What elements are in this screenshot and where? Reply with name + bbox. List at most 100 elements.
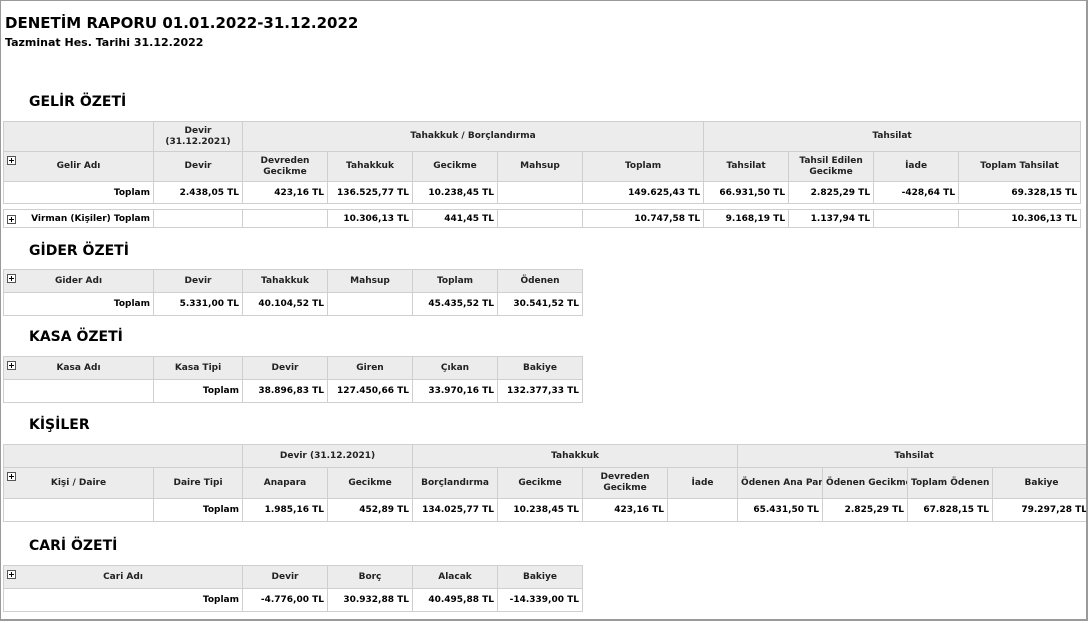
gelir-col-tahsilat: Tahsilat	[703, 151, 790, 182]
report-frame: DENETİM RAPORU 01.01.2022-31.12.2022 Taz…	[0, 0, 1088, 621]
cell	[153, 209, 243, 228]
cell: 30.541,52 TL	[497, 292, 583, 316]
cell: 423,16 TL	[242, 181, 328, 204]
cell: 45.435,52 TL	[412, 292, 498, 316]
kisiler-col-devreden-gecikme: Devreden Gecikme	[582, 467, 669, 499]
expand-plus-icon[interactable]	[7, 472, 16, 481]
kasa-col-devir: Devir	[242, 356, 328, 380]
cell: 5.331,00 TL	[153, 292, 243, 316]
kisiler-table: Devir (31.12.2021) Tahakkuk Tahsilat Kiş…	[3, 444, 1086, 522]
cell: 79.297,28 TL	[992, 498, 1086, 522]
report-subtitle: Tazminat Hes. Tarihi 31.12.2022	[5, 36, 204, 49]
kisiler-group-devir: Devir (31.12.2021)	[241, 444, 414, 468]
kasa-col-giren: Giren	[327, 356, 413, 380]
expand-plus-icon[interactable]	[7, 570, 16, 579]
cell: 66.931,50 TL	[703, 181, 790, 204]
gelir-col-toplam-tahsilat: Toplam Tahsilat	[958, 151, 1082, 182]
gelir-group-tahakkuk: Tahakkuk / Borçlandırma	[241, 121, 705, 152]
cell: 132.377,33 TL	[497, 379, 583, 403]
cell: 67.828,15 TL	[907, 498, 994, 522]
gelir-col-devir: Devir	[153, 151, 243, 182]
cari-col-devir: Devir	[242, 565, 328, 589]
cell: 452,89 TL	[326, 498, 414, 522]
expand-plus-icon[interactable]	[7, 361, 16, 370]
kasa-col-name: Kasa Adı	[3, 356, 154, 380]
expand-plus-icon[interactable]	[7, 215, 16, 224]
gelir-col-tahsil-edilen-gecikme: Tahsil Edilen Gecikme	[788, 151, 875, 182]
cell: Virman (Kişiler) Toplam	[3, 209, 154, 228]
cell: 1.985,16 TL	[242, 498, 328, 522]
cari-col-borc: Borç	[327, 565, 413, 589]
kisiler-col-anapara: Anapara	[242, 467, 328, 499]
table-row: Toplam 1.985,16 TL 452,89 TL 134.025,77 …	[3, 498, 1086, 522]
kisiler-group-tahsilat: Tahsilat	[737, 444, 1086, 468]
expand-plus-icon[interactable]	[7, 274, 16, 283]
cell: 40.104,52 TL	[242, 292, 328, 316]
cell: 2.825,29 TL	[822, 498, 909, 522]
cell: -14.339,00 TL	[497, 588, 583, 612]
cell: 2.438,05 TL	[153, 181, 243, 204]
cell: 127.450,66 TL	[327, 379, 413, 403]
gider-col-name: Gider Adı	[3, 269, 154, 293]
cell: Toplam	[3, 292, 154, 316]
gelir-col-tahakkuk: Tahakkuk	[327, 151, 413, 182]
cell: 69.328,15 TL	[958, 181, 1082, 204]
gider-col-mahsup: Mahsup	[327, 269, 413, 293]
gelir-col-iade: İade	[873, 151, 960, 182]
cell: 1.137,94 TL	[788, 209, 875, 228]
kisiler-group-blank	[3, 444, 243, 468]
gelir-col-toplam: Toplam	[581, 151, 705, 182]
cell: -4.776,00 TL	[242, 588, 328, 612]
report-title: DENETİM RAPORU 01.01.2022-31.12.2022	[5, 14, 359, 32]
cell: 10.747,58 TL	[581, 209, 705, 228]
cell: -428,64 TL	[873, 181, 960, 204]
cell: Toplam	[3, 588, 243, 612]
cell	[497, 209, 583, 228]
kisiler-col-tahakkuk-gecikme: Gecikme	[497, 467, 584, 499]
cell: 38.896,83 TL	[242, 379, 328, 403]
cell	[873, 209, 960, 228]
gelir-col-name: Gelir Adı	[3, 151, 154, 182]
cari-col-bakiye: Bakiye	[497, 565, 583, 589]
kisiler-col-borclandirma: Borçlandırma	[412, 467, 499, 499]
cell	[3, 379, 154, 403]
gelir-col-gecikme: Gecikme	[412, 151, 498, 182]
gider-col-odenen: Ödenen	[497, 269, 583, 293]
cari-table: Cari Adı Devir Borç Alacak Bakiye Toplam…	[3, 565, 583, 612]
table-row: Virman (Kişiler) Toplam 10.306,13 TL 441…	[3, 209, 1082, 228]
cell: 10.306,13 TL	[327, 209, 413, 228]
kisiler-col-toplam-odenen: Toplam Ödenen	[907, 467, 994, 499]
table-row: Toplam -4.776,00 TL 30.932,88 TL 40.495,…	[3, 588, 583, 612]
cell: Toplam	[153, 498, 243, 522]
table-row: Toplam 2.438,05 TL 423,16 TL 136.525,77 …	[3, 181, 1082, 204]
cell	[3, 498, 154, 522]
cell	[497, 181, 583, 204]
cell: 65.431,50 TL	[737, 498, 824, 522]
gelir-title: GELİR ÖZETİ	[29, 94, 127, 110]
cell: 10.238,45 TL	[497, 498, 584, 522]
cell	[327, 292, 413, 316]
kisiler-col-iade: İade	[667, 467, 739, 499]
gelir-col-devreden-gecikme: Devreden Gecikme	[242, 151, 328, 182]
kasa-title: KASA ÖZETİ	[29, 329, 123, 345]
expand-plus-icon[interactable]	[7, 156, 16, 165]
cari-col-name: Cari Adı	[3, 565, 243, 589]
cell: 9.168,19 TL	[703, 209, 790, 228]
kasa-col-tipi: Kasa Tipi	[153, 356, 243, 380]
cari-title: CARİ ÖZETİ	[29, 538, 118, 554]
gelir-group-devir: Devir (31.12.2021)	[153, 121, 243, 152]
kisiler-col-odenen-ana-para: Ödenen Ana Para	[737, 467, 824, 499]
cell: 136.525,77 TL	[327, 181, 413, 204]
cell: 441,45 TL	[412, 209, 498, 228]
cell: Toplam	[3, 181, 154, 204]
kisiler-col-kisi: Kişi / Daire	[3, 467, 154, 499]
cell: 134.025,77 TL	[412, 498, 499, 522]
cell: 423,16 TL	[582, 498, 669, 522]
cell	[242, 209, 328, 228]
cell: 33.970,16 TL	[412, 379, 498, 403]
gelir-group-blank	[3, 121, 154, 152]
cell: 40.495,88 TL	[412, 588, 498, 612]
kasa-col-cikan: Çıkan	[412, 356, 498, 380]
gider-col-toplam: Toplam	[412, 269, 498, 293]
gelir-table: Devir (31.12.2021) Tahakkuk / Borçlandır…	[3, 121, 1082, 228]
